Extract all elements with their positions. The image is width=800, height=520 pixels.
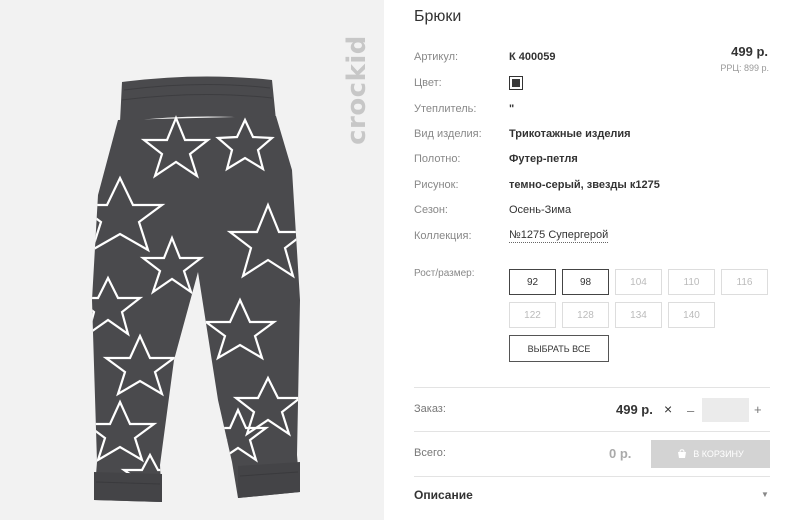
spec-value: темно-серый, звезды к1275: [509, 179, 660, 191]
divider: [414, 431, 770, 432]
decrease-quantity-button[interactable]: –: [687, 403, 694, 418]
product-price: 499 р.: [731, 44, 768, 59]
spec-label: Цвет:: [414, 77, 442, 89]
collection-link[interactable]: №1275 Супергерой: [509, 229, 609, 243]
pants-image: [92, 76, 300, 502]
product-photo: crockid: [0, 0, 384, 520]
description-toggle[interactable]: Описание: [414, 488, 473, 502]
size-option-116: 116: [721, 269, 768, 295]
size-option-92[interactable]: 92: [509, 269, 556, 295]
total-value: 0 р.: [609, 446, 632, 461]
total-label: Всего:: [414, 447, 446, 459]
spec-label: Утеплитель:: [414, 103, 477, 115]
spec-value: ": [509, 103, 515, 115]
product-title: Брюки: [414, 8, 462, 25]
spec-value: Футер-петля: [509, 153, 578, 165]
color-swatch[interactable]: [509, 76, 523, 90]
spec-label: Коллекция:: [414, 230, 472, 242]
size-option-122: 122: [509, 302, 556, 328]
size-option-98[interactable]: 98: [562, 269, 609, 295]
spec-label: Рисунок:: [414, 179, 459, 191]
size-option-140: 140: [668, 302, 715, 328]
size-option-104: 104: [615, 269, 662, 295]
recommended-price: РРЦ: 899 р.: [720, 63, 769, 73]
size-option-110: 110: [668, 269, 715, 295]
add-to-cart-button[interactable]: В КОРЗИНУ: [651, 440, 770, 468]
quantity-input[interactable]: [702, 398, 749, 422]
order-label: Заказ:: [414, 403, 446, 415]
divider: [414, 387, 770, 388]
spec-label: Вид изделия:: [414, 128, 482, 140]
order-price: 499 р.: [616, 402, 653, 417]
size-label: Рост/размер:: [414, 268, 475, 279]
size-option-134: 134: [615, 302, 662, 328]
brand-logo: crockid: [342, 35, 372, 145]
select-all-button[interactable]: ВЫБРАТЬ ВСЕ: [509, 335, 609, 362]
add-to-cart-label: В КОРЗИНУ: [693, 449, 744, 459]
spec-label: Сезон:: [414, 204, 448, 216]
spec-value: К 400059: [509, 51, 556, 63]
divider: [414, 476, 770, 477]
chevron-down-icon[interactable]: ▼: [761, 490, 769, 499]
spec-label: Артикул:: [414, 51, 459, 63]
spec-value: Трикотажные изделия: [509, 128, 631, 140]
times-icon: ×: [664, 401, 673, 417]
increase-quantity-button[interactable]: +: [754, 402, 762, 417]
cart-icon: [678, 449, 687, 458]
spec-label: Полотно:: [414, 153, 461, 165]
spec-value: Осень-Зима: [509, 204, 572, 216]
size-option-128: 128: [562, 302, 609, 328]
